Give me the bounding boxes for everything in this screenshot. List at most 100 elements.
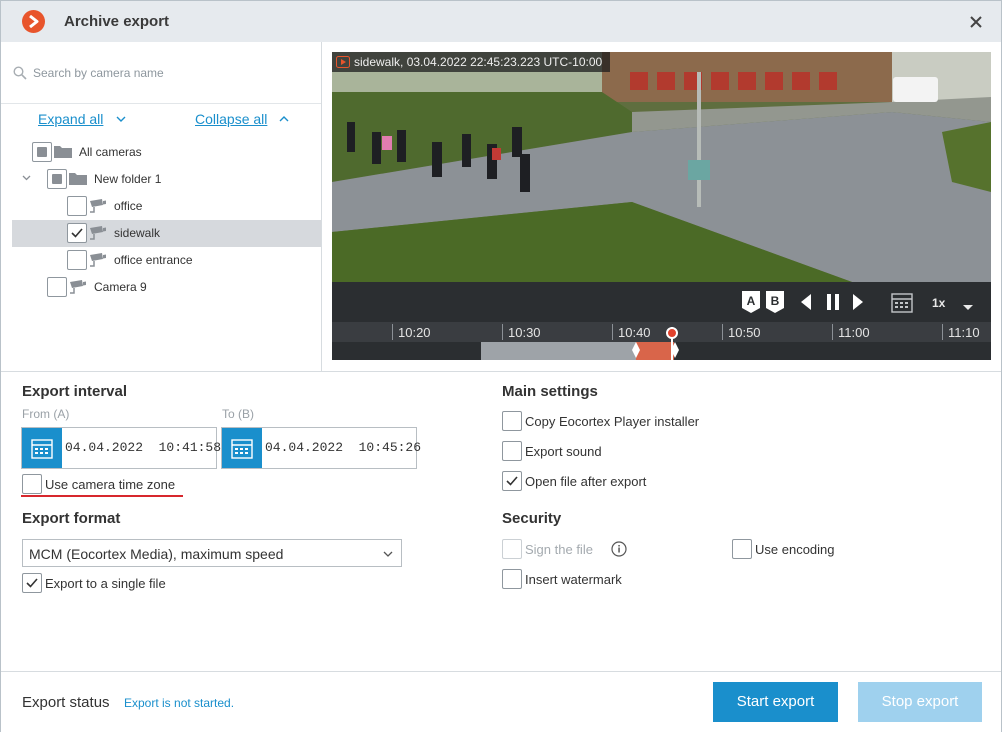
camera-icon	[70, 280, 86, 294]
expand-all-label: Expand all	[38, 111, 104, 127]
new-folder-checkbox[interactable]	[47, 169, 67, 189]
close-button[interactable]	[963, 10, 989, 34]
chevron-up-icon	[279, 116, 289, 122]
timeline[interactable]: 10:20 10:30 10:40 10:50 11:00 11:10	[332, 322, 991, 360]
step-back-icon	[801, 294, 811, 310]
marker-b-button[interactable]: B	[765, 290, 785, 314]
tree-item-label: All cameras	[79, 145, 142, 159]
folder-icon	[54, 146, 72, 158]
window-title: Archive export	[64, 13, 170, 30]
open-after-export-checkbox[interactable]	[502, 471, 522, 491]
timeline-label: 11:10	[948, 325, 980, 340]
office-checkbox[interactable]	[67, 196, 87, 216]
tree-item-label: Camera 9	[94, 280, 147, 294]
chevron-down-icon	[116, 116, 126, 122]
camera-tree-panel: Expand all Collapse all All cameras New …	[1, 42, 322, 372]
from-calendar-button[interactable]	[22, 428, 62, 468]
export-sound-checkbox[interactable]	[502, 441, 522, 461]
timeline-tick	[502, 324, 503, 340]
timeline-label: 10:30	[508, 325, 541, 340]
timeline-label: 10:20	[398, 325, 431, 340]
chevron-down-icon[interactable]	[22, 175, 31, 181]
title-bar: Archive export	[1, 1, 1001, 42]
use-camera-timezone-label: Use camera time zone	[45, 477, 176, 492]
from-label: From (A)	[22, 407, 70, 421]
sign-file-checkbox	[502, 539, 522, 559]
video-frame[interactable]: sidewalk, 03.04.2022 22:45:23.223 UTC-10…	[332, 52, 991, 282]
search-icon	[13, 66, 27, 80]
speed-dropdown-button[interactable]	[962, 299, 974, 310]
all-cameras-checkbox[interactable]	[32, 142, 52, 162]
insert-watermark-label: Insert watermark	[525, 572, 622, 587]
marker-a-button[interactable]: A	[741, 290, 761, 314]
checkmark-icon	[506, 476, 518, 486]
archive-export-window: Archive export Expand all Collapse all A…	[0, 0, 1002, 732]
folder-icon	[69, 173, 87, 185]
use-camera-timezone-checkbox[interactable]	[22, 474, 42, 494]
tree-item-office-entrance[interactable]: office entrance	[12, 247, 321, 274]
footer: Export status Export is not started. Sta…	[1, 672, 1001, 732]
recorded-range	[481, 342, 636, 360]
camera-icon	[90, 199, 106, 213]
copy-player-checkbox[interactable]	[502, 411, 522, 431]
camera-icon	[90, 253, 106, 267]
range-start-handle[interactable]	[631, 340, 641, 360]
collapse-all-label: Collapse all	[195, 111, 268, 127]
export-format-select[interactable]: MCM (Eocortex Media), maximum speed	[22, 539, 402, 567]
timeline-tick	[612, 324, 613, 340]
info-icon[interactable]	[611, 541, 627, 557]
checkmark-icon	[71, 228, 83, 238]
step-forward-icon	[853, 294, 863, 310]
pause-button[interactable]	[826, 293, 840, 311]
timeline-tick	[722, 324, 723, 340]
playback-controls: A B 1x	[332, 282, 991, 322]
camera-9-checkbox[interactable]	[47, 277, 67, 297]
video-overlay: sidewalk, 03.04.2022 22:45:23.223 UTC-10…	[332, 52, 611, 72]
tree-item-label: office entrance	[114, 253, 193, 267]
video-overlay-text: sidewalk, 03.04.2022 22:45:23.223 UTC-10…	[354, 55, 603, 69]
office-entrance-checkbox[interactable]	[67, 250, 87, 270]
export-format-title: Export format	[22, 510, 121, 527]
marker-a-icon: A	[742, 291, 760, 313]
stop-export-button[interactable]: Stop export	[858, 682, 982, 722]
sign-file-label: Sign the file	[525, 542, 593, 557]
from-date-field[interactable]: 04.04.2022 10:41:58	[21, 427, 221, 469]
divider	[1, 371, 1001, 372]
chevron-down-icon	[383, 551, 393, 557]
step-forward-button[interactable]	[852, 293, 866, 311]
use-encoding-checkbox[interactable]	[732, 539, 752, 559]
sidewalk-checkbox[interactable]	[67, 223, 87, 243]
camera-icon	[90, 226, 106, 240]
calendar-button[interactable]	[891, 291, 913, 313]
playhead[interactable]	[666, 327, 678, 339]
timeline-tick	[832, 324, 833, 340]
timeline-label: 11:00	[838, 325, 870, 340]
close-icon	[970, 16, 982, 28]
step-back-button[interactable]	[800, 293, 814, 311]
to-calendar-button[interactable]	[222, 428, 262, 468]
tree-item-camera-9[interactable]: Camera 9	[12, 274, 321, 301]
search-input[interactable]	[33, 64, 303, 82]
marker-b-label: B	[771, 294, 780, 308]
insert-watermark-checkbox[interactable]	[502, 569, 522, 589]
export-single-file-checkbox[interactable]	[22, 573, 42, 593]
export-status-label: Export status	[22, 694, 110, 711]
checkmark-icon	[26, 578, 38, 588]
start-export-button[interactable]: Start export	[713, 682, 838, 722]
calendar-icon	[31, 439, 53, 459]
tree-item-new-folder-1[interactable]: New folder 1	[12, 166, 321, 193]
timeline-label: 10:40	[618, 325, 651, 340]
from-date-value: 04.04.2022 10:41:58	[65, 440, 222, 455]
expand-all-link[interactable]: Expand all	[38, 111, 126, 127]
collapse-all-link[interactable]: Collapse all	[195, 111, 289, 127]
tree-item-office[interactable]: office	[12, 193, 321, 220]
caret-down-icon	[963, 305, 973, 310]
to-date-value: 04.04.2022 10:45:26	[265, 440, 422, 455]
tree-item-all-cameras[interactable]: All cameras	[12, 139, 321, 166]
tree-item-sidewalk[interactable]: sidewalk	[12, 220, 321, 247]
use-encoding-label: Use encoding	[755, 542, 835, 557]
playback-speed[interactable]: 1x	[932, 296, 945, 310]
tree-item-label: office	[114, 199, 143, 213]
to-date-field[interactable]: 04.04.2022 10:45:26	[221, 427, 421, 469]
selected-export-range	[636, 342, 674, 360]
